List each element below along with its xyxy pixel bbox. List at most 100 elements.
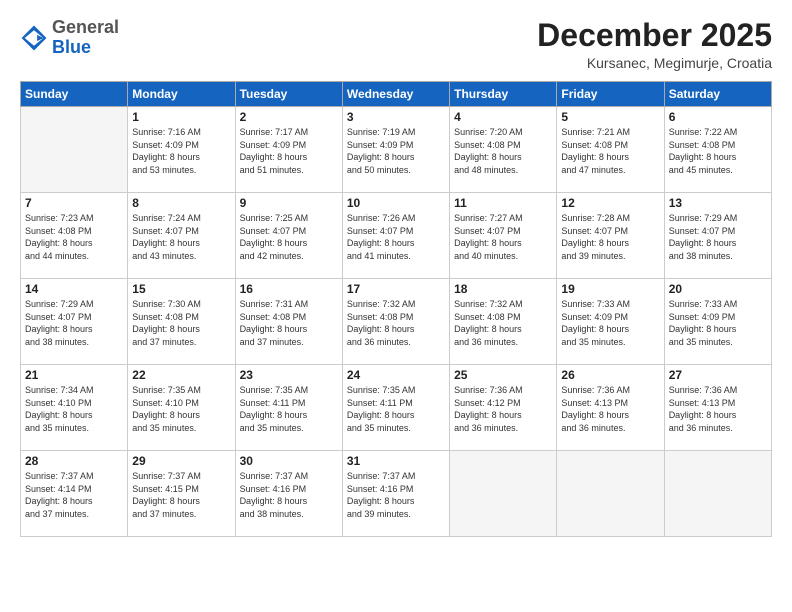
day-info: Sunrise: 7:25 AMSunset: 4:07 PMDaylight:… <box>240 212 338 262</box>
day-info: Sunrise: 7:35 AMSunset: 4:11 PMDaylight:… <box>347 384 445 434</box>
calendar-cell: 9 Sunrise: 7:25 AMSunset: 4:07 PMDaylight… <box>235 193 342 279</box>
day-info: Sunrise: 7:37 AMSunset: 4:15 PMDaylight:… <box>132 470 230 520</box>
day-number: 9 <box>240 196 338 210</box>
calendar-cell <box>557 451 664 537</box>
day-number: 20 <box>669 282 767 296</box>
day-info: Sunrise: 7:37 AMSunset: 4:16 PMDaylight:… <box>347 470 445 520</box>
day-info: Sunrise: 7:37 AMSunset: 4:14 PMDaylight:… <box>25 470 123 520</box>
day-info: Sunrise: 7:31 AMSunset: 4:08 PMDaylight:… <box>240 298 338 348</box>
calendar-cell: 17 Sunrise: 7:32 AMSunset: 4:08 PMDayligh… <box>342 279 449 365</box>
day-info: Sunrise: 7:24 AMSunset: 4:07 PMDaylight:… <box>132 212 230 262</box>
calendar-cell: 24 Sunrise: 7:35 AMSunset: 4:11 PMDayligh… <box>342 365 449 451</box>
day-info: Sunrise: 7:35 AMSunset: 4:10 PMDaylight:… <box>132 384 230 434</box>
day-number: 23 <box>240 368 338 382</box>
calendar-week-row: 21Sunrise: 7:34 AMSunset: 4:10 PMDayligh… <box>21 365 772 451</box>
day-info: Sunrise: 7:27 AMSunset: 4:07 PMDaylight:… <box>454 212 552 262</box>
col-wednesday: Wednesday <box>342 82 449 107</box>
day-number: 19 <box>561 282 659 296</box>
calendar: Sunday Monday Tuesday Wednesday Thursday… <box>20 81 772 537</box>
day-info: Sunrise: 7:36 AMSunset: 4:13 PMDaylight:… <box>561 384 659 434</box>
title-block: December 2025 Kursanec, Megimurje, Croat… <box>537 18 772 71</box>
calendar-cell: 20 Sunrise: 7:33 AMSunset: 4:09 PMDayligh… <box>664 279 771 365</box>
day-number: 25 <box>454 368 552 382</box>
col-monday: Monday <box>128 82 235 107</box>
logo: General Blue <box>20 18 119 58</box>
calendar-cell: 14Sunrise: 7:29 AMSunset: 4:07 PMDayligh… <box>21 279 128 365</box>
calendar-cell: 18 Sunrise: 7:32 AMSunset: 4:08 PMDayligh… <box>450 279 557 365</box>
calendar-cell: 8 Sunrise: 7:24 AMSunset: 4:07 PMDaylight… <box>128 193 235 279</box>
calendar-cell <box>450 451 557 537</box>
day-number: 11 <box>454 196 552 210</box>
day-info: Sunrise: 7:30 AMSunset: 4:08 PMDaylight:… <box>132 298 230 348</box>
day-info: Sunrise: 7:35 AMSunset: 4:11 PMDaylight:… <box>240 384 338 434</box>
day-number: 13 <box>669 196 767 210</box>
location: Kursanec, Megimurje, Croatia <box>537 55 772 71</box>
calendar-cell: 7 Sunrise: 7:23 AMSunset: 4:08 PMDaylight… <box>21 193 128 279</box>
day-number: 7 <box>25 196 123 210</box>
header: General Blue December 2025 Kursanec, Meg… <box>20 18 772 71</box>
logo-general: General <box>52 17 119 37</box>
day-number: 18 <box>454 282 552 296</box>
day-number: 26 <box>561 368 659 382</box>
calendar-cell: 1Sunrise: 7:16 AMSunset: 4:09 PMDaylight… <box>128 107 235 193</box>
calendar-cell: 21Sunrise: 7:34 AMSunset: 4:10 PMDayligh… <box>21 365 128 451</box>
day-info: Sunrise: 7:23 AMSunset: 4:08 PMDaylight:… <box>25 212 123 262</box>
calendar-cell: 3Sunrise: 7:19 AMSunset: 4:09 PMDaylight… <box>342 107 449 193</box>
calendar-cell: 6Sunrise: 7:22 AMSunset: 4:08 PMDaylight… <box>664 107 771 193</box>
col-saturday: Saturday <box>664 82 771 107</box>
calendar-week-row: 28Sunrise: 7:37 AMSunset: 4:14 PMDayligh… <box>21 451 772 537</box>
day-info: Sunrise: 7:36 AMSunset: 4:12 PMDaylight:… <box>454 384 552 434</box>
day-number: 29 <box>132 454 230 468</box>
calendar-cell: 22 Sunrise: 7:35 AMSunset: 4:10 PMDayligh… <box>128 365 235 451</box>
day-number: 5 <box>561 110 659 124</box>
day-number: 22 <box>132 368 230 382</box>
calendar-cell: 26 Sunrise: 7:36 AMSunset: 4:13 PMDayligh… <box>557 365 664 451</box>
day-info: Sunrise: 7:21 AMSunset: 4:08 PMDaylight:… <box>561 126 659 176</box>
calendar-body: 1Sunrise: 7:16 AMSunset: 4:09 PMDaylight… <box>21 107 772 537</box>
calendar-cell: 2 Sunrise: 7:17 AMSunset: 4:09 PMDaylight… <box>235 107 342 193</box>
day-number: 4 <box>454 110 552 124</box>
day-number: 6 <box>669 110 767 124</box>
day-number: 8 <box>132 196 230 210</box>
col-friday: Friday <box>557 82 664 107</box>
day-info: Sunrise: 7:19 AMSunset: 4:09 PMDaylight:… <box>347 126 445 176</box>
calendar-cell <box>21 107 128 193</box>
day-number: 24 <box>347 368 445 382</box>
day-info: Sunrise: 7:32 AMSunset: 4:08 PMDaylight:… <box>347 298 445 348</box>
calendar-cell: 23 Sunrise: 7:35 AMSunset: 4:11 PMDayligh… <box>235 365 342 451</box>
calendar-header-row: Sunday Monday Tuesday Wednesday Thursday… <box>21 82 772 107</box>
day-info: Sunrise: 7:37 AMSunset: 4:16 PMDaylight:… <box>240 470 338 520</box>
calendar-cell: 19Sunrise: 7:33 AMSunset: 4:09 PMDayligh… <box>557 279 664 365</box>
calendar-cell <box>664 451 771 537</box>
day-info: Sunrise: 7:17 AMSunset: 4:09 PMDaylight:… <box>240 126 338 176</box>
calendar-cell: 31 Sunrise: 7:37 AMSunset: 4:16 PMDayligh… <box>342 451 449 537</box>
calendar-cell: 16 Sunrise: 7:31 AMSunset: 4:08 PMDayligh… <box>235 279 342 365</box>
day-info: Sunrise: 7:34 AMSunset: 4:10 PMDaylight:… <box>25 384 123 434</box>
day-info: Sunrise: 7:28 AMSunset: 4:07 PMDaylight:… <box>561 212 659 262</box>
col-thursday: Thursday <box>450 82 557 107</box>
calendar-cell: 15 Sunrise: 7:30 AMSunset: 4:08 PMDayligh… <box>128 279 235 365</box>
day-info: Sunrise: 7:29 AMSunset: 4:07 PMDaylight:… <box>669 212 767 262</box>
logo-text: General Blue <box>52 18 119 58</box>
day-number: 2 <box>240 110 338 124</box>
calendar-cell: 4Sunrise: 7:20 AMSunset: 4:08 PMDaylight… <box>450 107 557 193</box>
calendar-cell: 10Sunrise: 7:26 AMSunset: 4:07 PMDayligh… <box>342 193 449 279</box>
day-number: 12 <box>561 196 659 210</box>
calendar-cell: 25 Sunrise: 7:36 AMSunset: 4:12 PMDayligh… <box>450 365 557 451</box>
day-info: Sunrise: 7:33 AMSunset: 4:09 PMDaylight:… <box>669 298 767 348</box>
calendar-cell: 12 Sunrise: 7:28 AMSunset: 4:07 PMDayligh… <box>557 193 664 279</box>
day-number: 14 <box>25 282 123 296</box>
day-number: 31 <box>347 454 445 468</box>
calendar-cell: 5 Sunrise: 7:21 AMSunset: 4:08 PMDaylight… <box>557 107 664 193</box>
calendar-cell: 30Sunrise: 7:37 AMSunset: 4:16 PMDayligh… <box>235 451 342 537</box>
day-number: 17 <box>347 282 445 296</box>
day-number: 15 <box>132 282 230 296</box>
calendar-cell: 13 Sunrise: 7:29 AMSunset: 4:07 PMDayligh… <box>664 193 771 279</box>
day-number: 10 <box>347 196 445 210</box>
day-info: Sunrise: 7:32 AMSunset: 4:08 PMDaylight:… <box>454 298 552 348</box>
day-number: 27 <box>669 368 767 382</box>
calendar-week-row: 7 Sunrise: 7:23 AMSunset: 4:08 PMDaylight… <box>21 193 772 279</box>
day-info: Sunrise: 7:16 AMSunset: 4:09 PMDaylight:… <box>132 126 230 176</box>
day-info: Sunrise: 7:36 AMSunset: 4:13 PMDaylight:… <box>669 384 767 434</box>
day-number: 16 <box>240 282 338 296</box>
